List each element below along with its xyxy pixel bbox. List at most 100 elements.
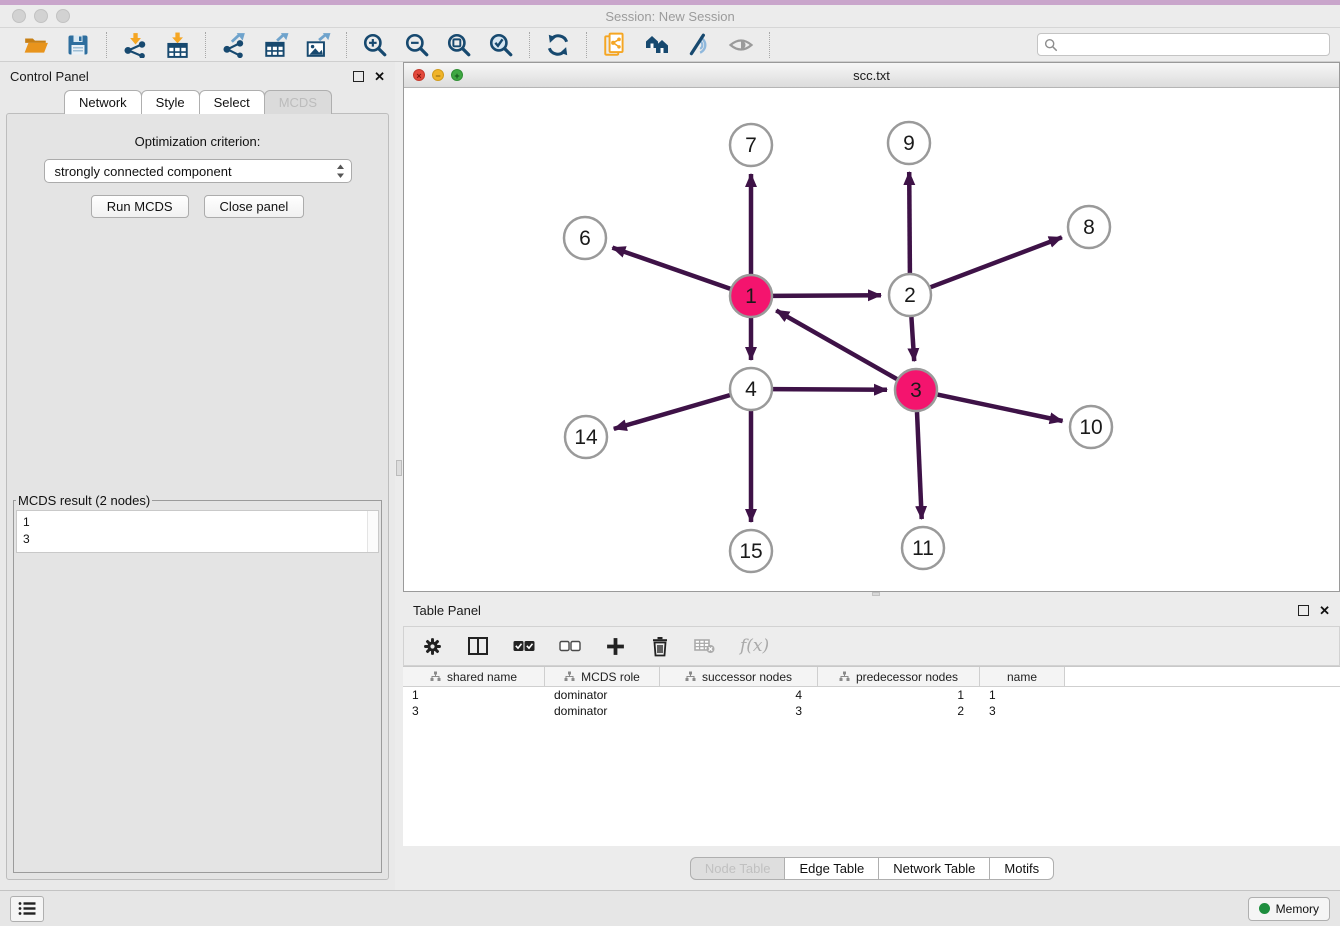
tab-style[interactable]: Style	[141, 90, 200, 114]
export-image-icon[interactable]	[305, 32, 331, 58]
column-header-successor-nodes[interactable]: successor nodes	[660, 667, 818, 686]
graph-edge-2-3[interactable]	[911, 317, 914, 361]
save-session-icon[interactable]	[65, 32, 91, 58]
mcds-result-legend: MCDS result (2 nodes)	[16, 493, 152, 508]
first-neighbors-icon[interactable]	[545, 32, 571, 58]
network-graph: 7 9 6 8 1 2 4 3 14 10 15 11	[404, 88, 1339, 591]
optimization-criterion-label: Optimization criterion:	[7, 134, 388, 149]
tab-node-table[interactable]: Node Table	[690, 857, 786, 880]
graph-node-10[interactable]: 10	[1070, 406, 1112, 448]
graph-edge-2-9[interactable]	[909, 172, 910, 273]
import-table-icon[interactable]	[164, 32, 190, 58]
import-network-icon[interactable]	[122, 32, 148, 58]
zoom-in-icon[interactable]	[362, 32, 388, 58]
tab-edge-table[interactable]: Edge Table	[784, 857, 879, 880]
hsplitter-grip[interactable]	[872, 592, 880, 596]
close-panel-button[interactable]: Close panel	[204, 195, 305, 218]
close-table-panel-icon[interactable]: ✕	[1319, 604, 1330, 617]
graph-node-2[interactable]: 2	[889, 274, 931, 316]
cell-successor-nodes[interactable]: 4	[660, 687, 818, 703]
graph-node-1[interactable]: 1	[730, 275, 772, 317]
graph-node-6[interactable]: 6	[564, 217, 606, 259]
graph-edge-2-8[interactable]	[931, 237, 1062, 287]
search-field[interactable]	[1037, 33, 1330, 56]
graph-node-4[interactable]: 4	[730, 368, 772, 410]
table-row[interactable]: 3 dominator 3 2 3	[403, 703, 1340, 719]
run-mcds-button[interactable]: Run MCDS	[91, 195, 189, 218]
home-icon[interactable]	[644, 32, 670, 58]
zoom-selected-icon[interactable]	[488, 32, 514, 58]
zoom-fit-icon[interactable]	[446, 32, 472, 58]
show-graphics-icon[interactable]	[728, 32, 754, 58]
column-header-mcds-role[interactable]: MCDS role	[545, 667, 660, 686]
graph-edge-3-10[interactable]	[938, 395, 1063, 421]
cell-name[interactable]: 3	[980, 703, 1065, 719]
network-file-icon[interactable]	[602, 32, 628, 58]
cell-mcds-role[interactable]: dominator	[545, 687, 660, 703]
cell-predecessor-nodes[interactable]: 1	[818, 687, 980, 703]
export-network-icon[interactable]	[221, 32, 247, 58]
column-header-predecessor-nodes[interactable]: predecessor nodes	[818, 667, 980, 686]
search-input[interactable]	[1062, 38, 1329, 52]
graph-edge-4-14[interactable]	[614, 395, 730, 429]
graph-edge-1-6[interactable]	[612, 248, 730, 289]
add-column-icon[interactable]	[605, 634, 626, 658]
memory-button[interactable]: Memory	[1248, 897, 1330, 921]
mcds-result-textarea[interactable]: 1 3	[16, 510, 379, 553]
network-canvas[interactable]: 7 9 6 8 1 2 4 3 14 10 15 11	[404, 88, 1339, 591]
close-panel-icon[interactable]: ✕	[374, 70, 385, 83]
tab-network[interactable]: Network	[64, 90, 142, 114]
table-toolbar: f(x)	[403, 626, 1340, 666]
delete-table-icon[interactable]	[694, 634, 716, 658]
horizontal-splitter[interactable]	[403, 592, 1340, 596]
cell-shared-name[interactable]: 1	[403, 687, 545, 703]
column-header-shared-name[interactable]: shared name	[403, 667, 545, 686]
graph-node-9[interactable]: 9	[888, 122, 930, 164]
function-builder-icon[interactable]: f(x)	[740, 634, 769, 658]
open-session-icon[interactable]	[23, 32, 49, 58]
cell-name[interactable]: 1	[980, 687, 1065, 703]
network-window-titlebar[interactable]: × − + scc.txt	[404, 63, 1339, 88]
split-columns-icon[interactable]	[467, 634, 489, 658]
graph-node-15[interactable]: 15	[730, 530, 772, 572]
svg-text:14: 14	[574, 426, 598, 449]
window-title: Session: New Session	[0, 9, 1340, 24]
graph-edge-3-1[interactable]	[776, 310, 897, 379]
graph-edge-1-2[interactable]	[773, 295, 881, 296]
task-history-button[interactable]	[10, 896, 44, 922]
graph-edge-4-3[interactable]	[773, 389, 887, 390]
float-panel-icon[interactable]	[353, 71, 364, 82]
zoom-out-icon[interactable]	[404, 32, 430, 58]
hide-graphics-icon[interactable]	[686, 32, 712, 58]
tab-motifs[interactable]: Motifs	[989, 857, 1054, 880]
graph-node-11[interactable]: 11	[902, 527, 944, 569]
select-all-icon[interactable]	[513, 634, 535, 658]
graph-edge-3-11[interactable]	[917, 412, 922, 519]
delete-icon[interactable]	[650, 634, 670, 658]
deselect-all-icon[interactable]	[559, 634, 581, 658]
tab-network-table[interactable]: Network Table	[878, 857, 990, 880]
cell-predecessor-nodes[interactable]: 2	[818, 703, 980, 719]
export-table-icon[interactable]	[263, 32, 289, 58]
float-table-panel-icon[interactable]	[1298, 605, 1309, 616]
table-header-row: shared name MCDS role successor nodes	[403, 667, 1340, 687]
table-row[interactable]: 1 dominator 4 1 1	[403, 687, 1340, 703]
graph-node-7[interactable]: 7	[730, 124, 772, 166]
fx-label: f(x)	[740, 636, 769, 656]
cell-shared-name[interactable]: 3	[403, 703, 545, 719]
graph-node-3[interactable]: 3	[895, 369, 937, 411]
result-scrollbar[interactable]	[367, 511, 378, 552]
splitter-grip[interactable]	[396, 460, 402, 476]
cell-successor-nodes[interactable]: 3	[660, 703, 818, 719]
vertical-splitter[interactable]	[395, 62, 403, 890]
search-icon	[1044, 38, 1058, 52]
graph-node-8[interactable]: 8	[1068, 206, 1110, 248]
optimization-criterion-select[interactable]: strongly connected component	[44, 159, 352, 183]
tab-mcds[interactable]: MCDS	[264, 90, 332, 114]
tab-select[interactable]: Select	[199, 90, 265, 114]
gear-icon[interactable]	[422, 634, 443, 658]
column-header-name[interactable]: name	[980, 667, 1065, 686]
svg-text:6: 6	[579, 227, 591, 250]
cell-mcds-role[interactable]: dominator	[545, 703, 660, 719]
graph-node-14[interactable]: 14	[565, 416, 607, 458]
